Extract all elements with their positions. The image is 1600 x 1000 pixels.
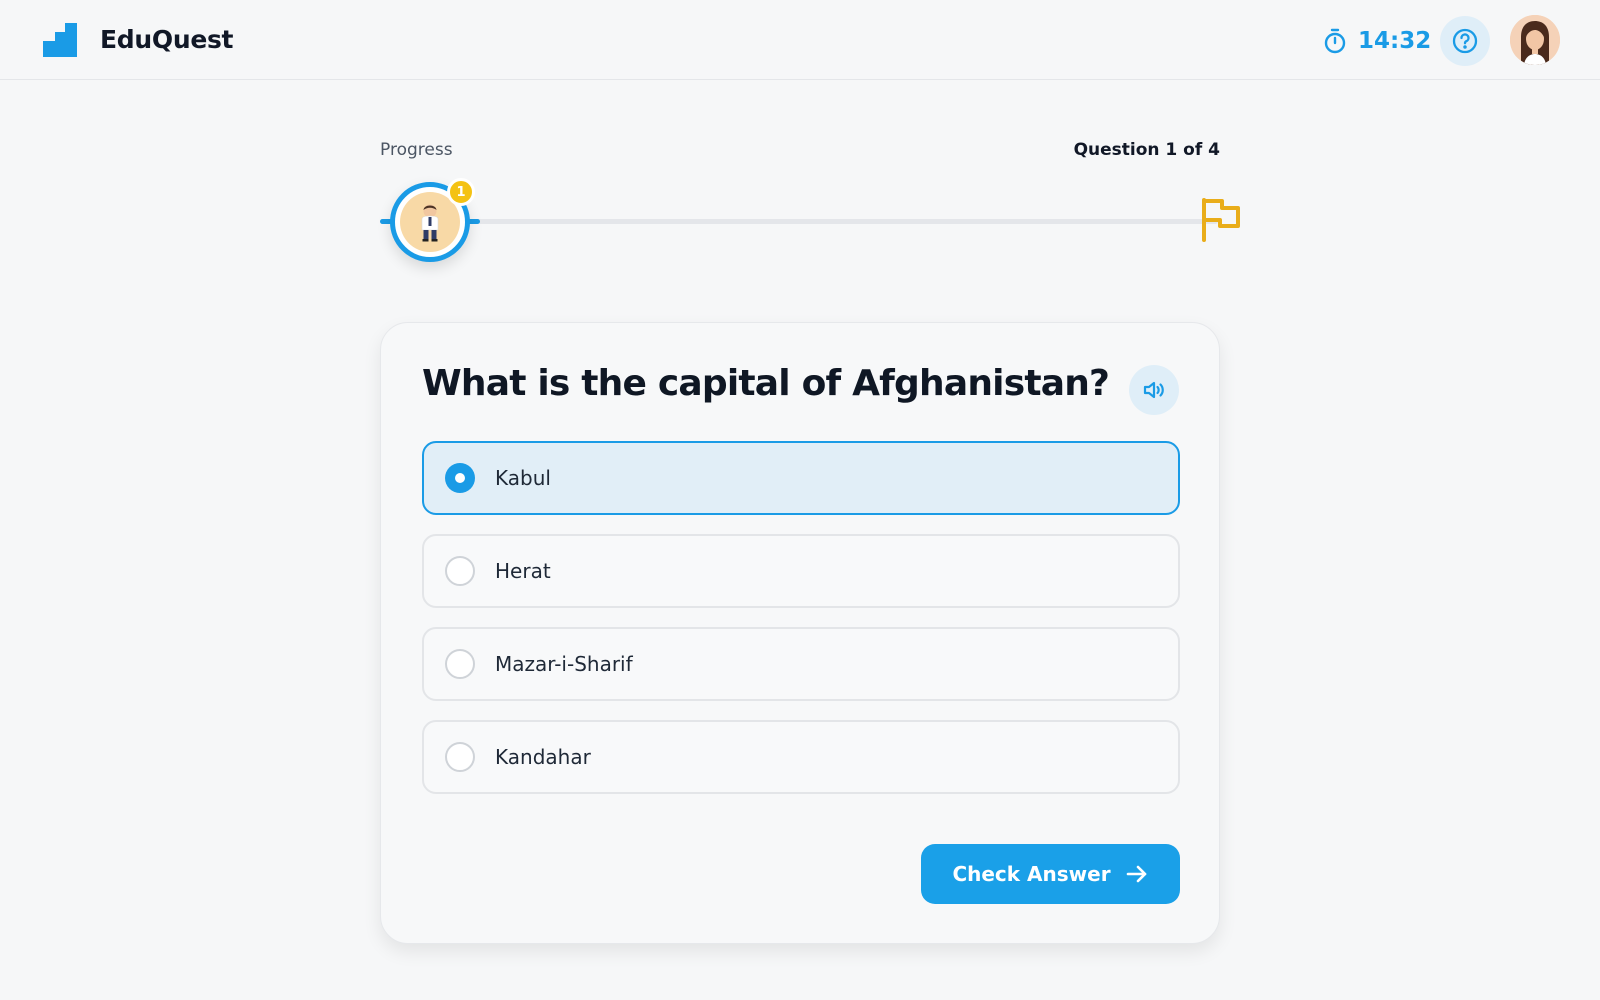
quiz-timer: 14:32 bbox=[1322, 24, 1431, 58]
avatar-image bbox=[1510, 15, 1560, 65]
answer-option-kandahar[interactable]: Kandahar bbox=[422, 720, 1180, 794]
radio-button[interactable] bbox=[445, 556, 475, 586]
step-badge: 1 bbox=[447, 178, 475, 206]
flag-icon bbox=[1202, 198, 1240, 242]
student-figure-icon bbox=[421, 204, 439, 242]
question-counter: Question 1 of 4 bbox=[1073, 140, 1220, 160]
answer-label: Kabul bbox=[495, 466, 551, 490]
timer-icon bbox=[1324, 28, 1346, 54]
progress-label: Progress bbox=[380, 140, 453, 160]
check-answer-button[interactable]: Check Answer bbox=[921, 844, 1180, 904]
avatar[interactable] bbox=[1510, 15, 1560, 65]
top-bar: EduQuest 14:32 bbox=[0, 0, 1600, 80]
answer-option-herat[interactable]: Herat bbox=[422, 534, 1180, 608]
answer-label: Herat bbox=[495, 559, 551, 583]
brand-name[interactable]: EduQuest bbox=[100, 25, 234, 54]
radio-button[interactable] bbox=[445, 742, 475, 772]
logo-icon[interactable] bbox=[43, 23, 77, 57]
help-icon bbox=[1452, 28, 1478, 54]
arrow-right-icon bbox=[1126, 865, 1146, 883]
question-card: What is the capital of Afghanistan? Kabu… bbox=[380, 322, 1220, 944]
answer-option-kabul[interactable]: Kabul bbox=[422, 441, 1180, 515]
radio-button[interactable] bbox=[445, 463, 475, 493]
radio-button[interactable] bbox=[445, 649, 475, 679]
answer-option-mazar-i-sharif[interactable]: Mazar-i-Sharif bbox=[422, 627, 1180, 701]
check-answer-label: Check Answer bbox=[952, 862, 1111, 886]
read-aloud-button[interactable] bbox=[1129, 365, 1179, 415]
answer-label: Mazar-i-Sharif bbox=[495, 652, 633, 676]
question-text: What is the capital of Afghanistan? bbox=[422, 363, 1110, 404]
answer-label: Kandahar bbox=[495, 745, 591, 769]
help-button[interactable] bbox=[1440, 16, 1490, 66]
timer-value: 14:32 bbox=[1358, 28, 1432, 54]
speaker-icon bbox=[1143, 381, 1164, 399]
progress-track bbox=[380, 219, 1218, 224]
